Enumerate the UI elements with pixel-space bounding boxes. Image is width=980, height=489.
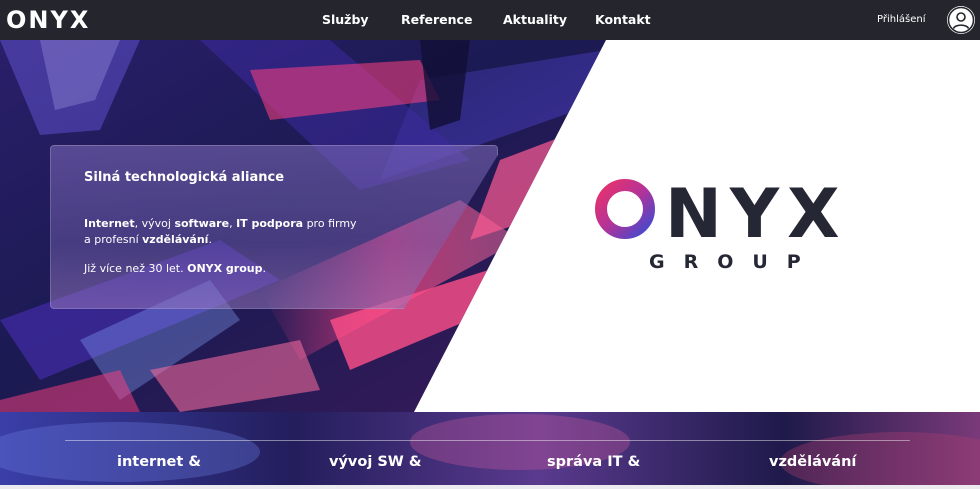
user-account-button[interactable] bbox=[947, 6, 975, 34]
band-background bbox=[0, 412, 980, 489]
hero-line-3: Již více než 30 let. ONYX group. bbox=[84, 261, 266, 276]
bottom-strip bbox=[0, 485, 980, 489]
service-it[interactable]: správa IT & bbox=[547, 453, 640, 471]
service-internet[interactable]: internet & bbox=[117, 453, 201, 471]
services-band: internet & vývoj SW & správa IT & vzdělá… bbox=[0, 412, 980, 489]
hero-education: vzdělávání bbox=[142, 233, 209, 246]
hero-sep1: , vývoj bbox=[134, 217, 175, 230]
service-education[interactable]: vzdělávání bbox=[769, 453, 856, 471]
hero-software: software bbox=[174, 217, 230, 230]
user-circle-icon bbox=[947, 6, 975, 34]
nav-aktuality[interactable]: Aktuality bbox=[503, 12, 567, 28]
hero-line1-tail: pro firmy bbox=[303, 217, 357, 230]
hero-line3-tail: . bbox=[262, 262, 267, 275]
nav-sluzby[interactable]: Služby bbox=[322, 12, 369, 28]
hero-internet: Internet bbox=[84, 217, 135, 230]
hero-line2-tail: . bbox=[208, 233, 212, 246]
hero-sep2: , bbox=[229, 217, 237, 230]
hero-line2-head: a profesní bbox=[84, 233, 143, 246]
onyx-group-logo: NYX GROUP bbox=[595, 178, 848, 273]
hero-line-1: Internet, vývoj software, IT podpora pro… bbox=[84, 216, 357, 231]
group-logo-sub: GROUP bbox=[649, 251, 820, 273]
hero-title: Silná technologická aliance bbox=[84, 170, 285, 185]
hero-group: ONYX group bbox=[187, 262, 263, 275]
hero-line-2: a profesní vzdělávání. bbox=[84, 232, 212, 247]
onyx-logo[interactable]: ONYX bbox=[6, 5, 90, 35]
group-logo-word: NYX bbox=[665, 178, 848, 254]
band-divider bbox=[65, 440, 910, 441]
hero-it-support: IT podpora bbox=[236, 217, 304, 230]
login-link[interactable]: Přihlášení bbox=[877, 13, 925, 26]
hero-section: Silná technologická aliance Internet, vý… bbox=[0, 40, 980, 412]
nav-kontakt[interactable]: Kontakt bbox=[595, 12, 651, 28]
top-navbar: ONYX Služby Reference Aktuality Kontakt … bbox=[0, 0, 980, 40]
hero-line3-head: Již více než 30 let. bbox=[84, 262, 188, 275]
service-software[interactable]: vývoj SW & bbox=[329, 453, 421, 471]
nav-reference[interactable]: Reference bbox=[401, 12, 472, 28]
